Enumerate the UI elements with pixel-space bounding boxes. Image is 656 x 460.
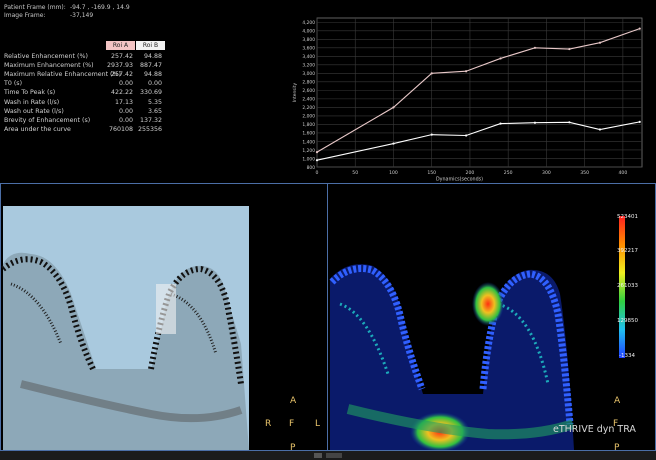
y-tick-label: 2,600 <box>302 88 315 94</box>
y-tick-label: 1,400 <box>302 139 315 145</box>
series-point-2 <box>465 134 468 137</box>
roi-a-value: 0.00 <box>118 116 133 124</box>
image-frame-value: -37,149 <box>70 12 94 19</box>
roi-b-value: 94.88 <box>143 53 162 60</box>
roi-row-label: Time To Peak (s) <box>4 89 56 97</box>
colorbar-label-5: -1334 <box>619 353 635 359</box>
roi-b-value: 0.00 <box>147 80 162 88</box>
series-point-2 <box>430 133 433 136</box>
y-tick-label: 2,200 <box>302 105 315 111</box>
x-tick-label: 300 <box>542 170 551 176</box>
roi-a-value: 0.00 <box>118 107 133 115</box>
series-point-1 <box>392 106 395 109</box>
y-tick-label: 3,600 <box>302 46 315 52</box>
roi-a-header[interactable]: Roi A <box>106 41 135 50</box>
left-orient-left: R <box>265 419 272 429</box>
y-tick-label: 1,200 <box>302 148 315 154</box>
series-point-2 <box>392 142 395 145</box>
bottom-toolbar <box>0 451 656 460</box>
x-tick-label: 200 <box>466 170 475 176</box>
y-tick-label: 3,200 <box>302 63 315 69</box>
y-tick-label: 2,800 <box>302 80 315 86</box>
series-point-1 <box>598 41 602 44</box>
plot-area <box>316 17 643 168</box>
right-image-viewport[interactable]: 523401 392217 261033 129850 -1334 A F P … <box>327 183 656 453</box>
series-point-1 <box>430 72 433 75</box>
patient-frame-value: -94.7 , -169.9 , 14.9 <box>70 4 130 11</box>
roi-row-label: Relative Enhancement (%) <box>4 53 88 60</box>
x-tick-label: 0 <box>316 170 319 176</box>
y-tick-label: 3,800 <box>302 37 315 43</box>
roi-row-label: Wash out Rate (l/s) <box>4 107 64 115</box>
subtraction-image <box>1 206 249 450</box>
colorbar-label-1: 523401 <box>617 214 638 220</box>
y-tick-label: 4,000 <box>302 29 315 35</box>
color-map-image <box>329 264 575 450</box>
y-tick-label: 1,800 <box>302 122 315 128</box>
roi-a-value: 760108 <box>108 125 133 133</box>
y-tick-label: 3,400 <box>302 54 315 60</box>
x-tick-label: 350 <box>580 170 589 176</box>
series-point-1 <box>568 47 571 51</box>
roi-b-value: 5.35 <box>147 98 162 106</box>
left-orient-center: F <box>289 419 295 429</box>
roi-row-label: Wash in Rate (l/s) <box>4 98 60 106</box>
series-point-1 <box>315 151 319 154</box>
y-axis-label: Intensity <box>292 83 298 103</box>
left-orient-top: A <box>290 396 297 406</box>
x-tick-label: 100 <box>389 170 398 176</box>
x-tick-label: 150 <box>427 170 436 176</box>
roi-b-value: 330.69 <box>139 89 162 97</box>
roi-b-value: 94.88 <box>143 71 162 79</box>
series-point-1 <box>533 46 537 49</box>
roi-b-value: 255356 <box>137 125 162 133</box>
y-tick-label: 1,600 <box>302 131 315 137</box>
roi-b-value: 137.32 <box>139 116 162 124</box>
colorbar-label-4: 129850 <box>617 318 638 324</box>
left-image-viewport[interactable]: A R F L P <box>0 183 328 453</box>
roi-row-label: Maximum Enhancement (%) <box>4 62 94 70</box>
roi-a-value: 0.00 <box>118 80 133 88</box>
x-axis-label: Dynamics(seconds) <box>436 177 483 183</box>
y-tick-label: 2,000 <box>302 114 315 120</box>
right-orient-top: A <box>614 396 621 406</box>
patient-frame-label: Patient Frame (mm): <box>4 4 66 11</box>
series-point-1 <box>499 57 502 60</box>
series-point-2 <box>638 120 641 123</box>
roi-a-value: 257.42 <box>110 53 133 60</box>
roi-a-value: 2937.93 <box>106 62 133 70</box>
roi-b-value: 887.47 <box>139 62 162 70</box>
roi-a-value: 422.22 <box>110 89 133 97</box>
x-tick-label: 400 <box>618 170 627 176</box>
colorbar-label-2: 392217 <box>617 248 638 254</box>
y-tick-label: 2,400 <box>302 97 315 103</box>
image-frame-label: Image Frame: <box>4 12 46 19</box>
series-point-2 <box>598 128 602 131</box>
series-label: eTHRIVE dyn TRA <box>553 424 636 435</box>
x-tick-label: 250 <box>504 170 513 176</box>
enhancement-curve-chart: 800 1,000 1,200 1,400 1,600 1,800 2,000 2,200 2,… <box>290 10 646 182</box>
series-point-1 <box>465 70 468 73</box>
scroll-right-icon[interactable] <box>326 453 342 458</box>
y-tick-label: 4,200 <box>302 20 315 26</box>
roi-a-value: 17.13 <box>114 98 133 106</box>
left-orient-right: L <box>315 419 321 429</box>
series-point-2 <box>315 159 319 162</box>
roi-a-value: 257.42 <box>110 71 133 79</box>
roi-b-value: 3.65 <box>147 107 162 115</box>
roi-row-label: Brevity of Enhancement (s) <box>4 116 91 124</box>
roi-row-label: T0 (s) <box>4 80 23 88</box>
scroll-left-icon[interactable] <box>314 453 322 458</box>
series-point-2 <box>533 121 537 124</box>
series-point-2 <box>499 122 502 125</box>
roi-b-header[interactable]: Roi B <box>136 41 165 50</box>
x-tick-label: 50 <box>352 170 358 176</box>
roi-row-label: Area under the curve <box>4 125 71 133</box>
series-point-1 <box>638 27 641 30</box>
y-tick-label: 800 <box>307 165 316 171</box>
series-point-2 <box>568 121 571 124</box>
y-tick-label: 3,000 <box>302 71 315 77</box>
y-tick-label: 1,000 <box>302 156 315 162</box>
colorbar-label-3: 261033 <box>617 283 638 289</box>
